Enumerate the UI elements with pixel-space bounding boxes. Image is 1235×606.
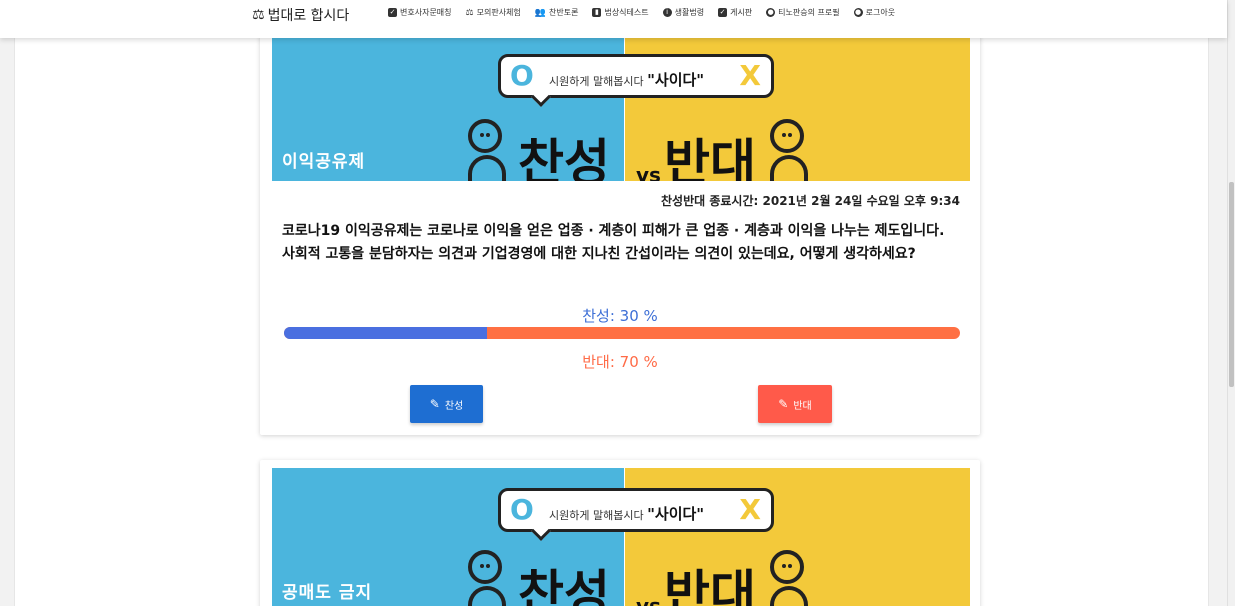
debate-card: O 시원하게 말해봅시다 "사이다" X 공매도 금지 찬성 vs 반대	[260, 460, 980, 606]
debate-topic: 공매도 금지	[282, 583, 373, 603]
person-figure-icon	[468, 119, 506, 181]
brand-title: 법대로 합시다	[267, 8, 350, 24]
people-icon: 👥	[534, 7, 546, 18]
o-mark-icon: O	[510, 59, 534, 92]
nav-item-law-test[interactable]: ▮ 법상식테스트	[592, 7, 649, 18]
debate-banner-image: O 시원하게 말해봅시다 "사이다" X 이익공유제 찬성 vs 반대	[272, 37, 970, 181]
person-figure-icon	[770, 550, 808, 606]
info-icon: i	[662, 8, 672, 17]
nav-menu: ✓ 변호사자문매칭 ⚖ 모의판사체험 👥 찬반토론 ▮ 법상식테스트 i 생활법…	[388, 7, 895, 18]
brand-link[interactable]: ⚖ 법대로 합시다	[252, 5, 349, 25]
nav-item-lawyer-matching[interactable]: ✓ 변호사자문매칭	[388, 7, 452, 18]
nav-item-debate[interactable]: 👥 찬반토론	[535, 7, 579, 18]
nav-label: 찬반토론	[549, 8, 579, 17]
con-percent-label: 반대: 70 %	[582, 353, 658, 371]
vote-con-label: 반대	[793, 400, 812, 412]
banner-con-word: 반대	[664, 565, 756, 606]
banner-vs: vs	[636, 163, 661, 181]
nav-label: 로그아웃	[865, 8, 896, 17]
nav-item-life-law[interactable]: i 생활법령	[662, 7, 705, 18]
user-icon: ●	[853, 8, 863, 17]
nav-item-board[interactable]: ✓ 게시판	[718, 7, 752, 18]
nav-item-logout[interactable]: ● 로그아웃	[853, 7, 896, 18]
bubble-caption: 시원하게 말해봅시다	[549, 75, 644, 88]
nav-label: 생활법령	[674, 8, 705, 17]
debate-question: 코로나19 이익공유제는 코로나로 이익을 얻은 업종 · 계층이 피해가 큰 …	[282, 223, 945, 262]
banner-pro-word: 찬성	[518, 565, 610, 606]
pro-percent-label: 찬성: 30 %	[582, 307, 658, 325]
nav-label: 법상식테스트	[604, 8, 649, 17]
bubble-emphasis: "사이다"	[647, 505, 705, 523]
nav-label: 티노판승의 프로필	[778, 8, 840, 17]
pencil-icon: ✎	[429, 397, 440, 411]
x-mark-icon: X	[739, 59, 761, 92]
nav-label: 모의판사체험	[476, 8, 521, 17]
scrollbar-thumb[interactable]	[1229, 182, 1234, 387]
debate-deadline: 찬성반대 종료시간: 2021년 2월 24일 수요일 오후 9:34	[661, 194, 960, 208]
pencil-icon: ✎	[778, 397, 789, 411]
user-icon: ●	[766, 8, 776, 17]
nav-label: 게시판	[730, 8, 753, 17]
x-mark-icon: X	[739, 493, 761, 526]
nav-label: 변호사자문매칭	[400, 8, 452, 17]
vote-pro-button[interactable]: ✎ 찬성	[410, 385, 483, 423]
vote-progress-bar	[284, 327, 960, 339]
top-navbar: ⚖ 법대로 합시다 ✓ 변호사자문매칭 ⚖ 모의판사체험 👥 찬반토론 ▮ 법상…	[0, 0, 1227, 38]
banner-con-word: 반대	[664, 134, 756, 181]
nav-item-profile[interactable]: ● 티노판승의 프로필	[766, 7, 840, 18]
vote-pro-label: 찬성	[444, 400, 464, 412]
debate-topic: 이익공유제	[282, 152, 366, 172]
debate-card: O 시원하게 말해봅시다 "사이다" X 이익공유제 찬성 vs 반대 찬성반대…	[260, 20, 980, 435]
bubble-caption: 시원하게 말해봅시다	[549, 509, 644, 522]
banner-pro-word: 찬성	[518, 134, 610, 181]
o-mark-icon: O	[510, 493, 534, 526]
bubble-emphasis: "사이다"	[647, 71, 705, 89]
book-icon: ▮	[592, 8, 602, 17]
person-figure-icon	[468, 550, 506, 606]
vote-con-button[interactable]: ✎ 반대	[758, 385, 832, 423]
person-figure-icon	[770, 119, 808, 181]
gavel-icon: ⚖	[465, 7, 474, 18]
pro-progress-fill	[284, 327, 487, 339]
gavel-icon: ⚖	[252, 7, 265, 23]
debate-banner-image: O 시원하게 말해봅시다 "사이다" X 공매도 금지 찬성 vs 반대	[272, 468, 970, 606]
nav-item-mock-judge[interactable]: ⚖ 모의판사체험	[466, 7, 521, 18]
bubble-text: 시원하게 말해봅시다 "사이다"	[549, 69, 704, 90]
page: ⚖ 법대로 합시다 ✓ 변호사자문매칭 ⚖ 모의판사체험 👥 찬반토론 ▮ 법상…	[0, 0, 1235, 606]
checkbox-icon: ✓	[718, 8, 728, 17]
checkbox-icon: ✓	[388, 8, 397, 17]
bubble-text: 시원하게 말해봅시다 "사이다"	[549, 503, 704, 524]
banner-vs: vs	[636, 594, 661, 606]
